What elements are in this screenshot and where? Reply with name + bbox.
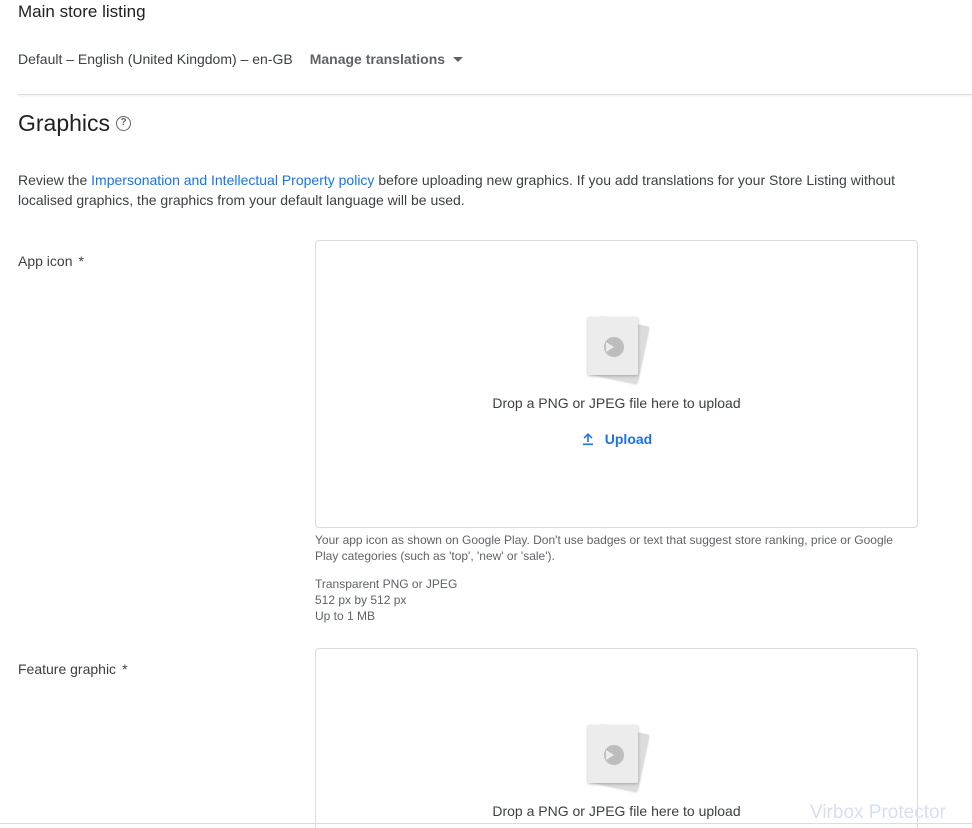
play-mark bbox=[603, 337, 624, 357]
app-icon-upload-button[interactable]: Upload bbox=[581, 431, 652, 447]
feature-graphic-label-text: Feature graphic bbox=[18, 661, 117, 677]
play-mark bbox=[603, 745, 624, 765]
app-icon-help-text: Your app icon as shown on Google Play. D… bbox=[315, 532, 905, 564]
help-circle-icon[interactable]: ? bbox=[116, 116, 132, 131]
app-icon-dropzone[interactable]: Drop a PNG or JPEG file here to upload U… bbox=[315, 240, 918, 528]
app-icon-label-text: App icon bbox=[18, 253, 73, 269]
upload-icon bbox=[581, 432, 595, 446]
spec-format: Transparent PNG or JPEG bbox=[315, 577, 458, 591]
language-row: Default – English (United Kingdom) – en-… bbox=[18, 51, 464, 67]
manage-translations-button[interactable]: Manage translations bbox=[309, 51, 464, 67]
upload-label: Upload bbox=[604, 431, 653, 447]
app-icon-label: App icon * bbox=[18, 253, 84, 269]
graphics-section-title: Graphics ? bbox=[18, 110, 132, 137]
graphics-heading: Graphics bbox=[18, 110, 111, 136]
manage-translations-label: Manage translations bbox=[309, 51, 446, 67]
image-file-icon bbox=[586, 723, 649, 792]
ip-policy-link[interactable]: Impersonation and Intellectual Property … bbox=[91, 172, 374, 188]
spec-size: Up to 1 MB bbox=[315, 609, 376, 623]
app-icon-dropzone-content: Drop a PNG or JPEG file here to upload U… bbox=[316, 315, 917, 447]
caret-down-icon bbox=[453, 56, 464, 62]
feature-graphic-drop-text: Drop a PNG or JPEG file here to upload bbox=[492, 803, 741, 819]
app-icon-drop-text: Drop a PNG or JPEG file here to upload bbox=[492, 395, 741, 411]
required-mark: * bbox=[78, 253, 84, 269]
feature-graphic-dropzone[interactable]: Drop a PNG or JPEG file here to upload bbox=[315, 648, 918, 828]
graphics-intro: Review the Impersonation and Intellectua… bbox=[18, 170, 898, 210]
required-mark: * bbox=[122, 661, 128, 677]
app-icon-description: Your app icon as shown on Google Play. D… bbox=[315, 533, 893, 563]
header-divider bbox=[18, 94, 972, 95]
app-icon-specs: Transparent PNG or JPEG 512 px by 512 px… bbox=[315, 576, 905, 624]
intro-text-before: Review the bbox=[18, 172, 92, 188]
image-file-icon bbox=[586, 315, 649, 384]
default-language: Default – English (United Kingdom) – en-… bbox=[18, 51, 293, 67]
watermark: Virbox Protector bbox=[810, 802, 946, 823]
feature-graphic-label: Feature graphic * bbox=[18, 661, 128, 677]
page-title: Main store listing bbox=[18, 2, 146, 21]
spec-dimensions: 512 px by 512 px bbox=[315, 593, 407, 607]
